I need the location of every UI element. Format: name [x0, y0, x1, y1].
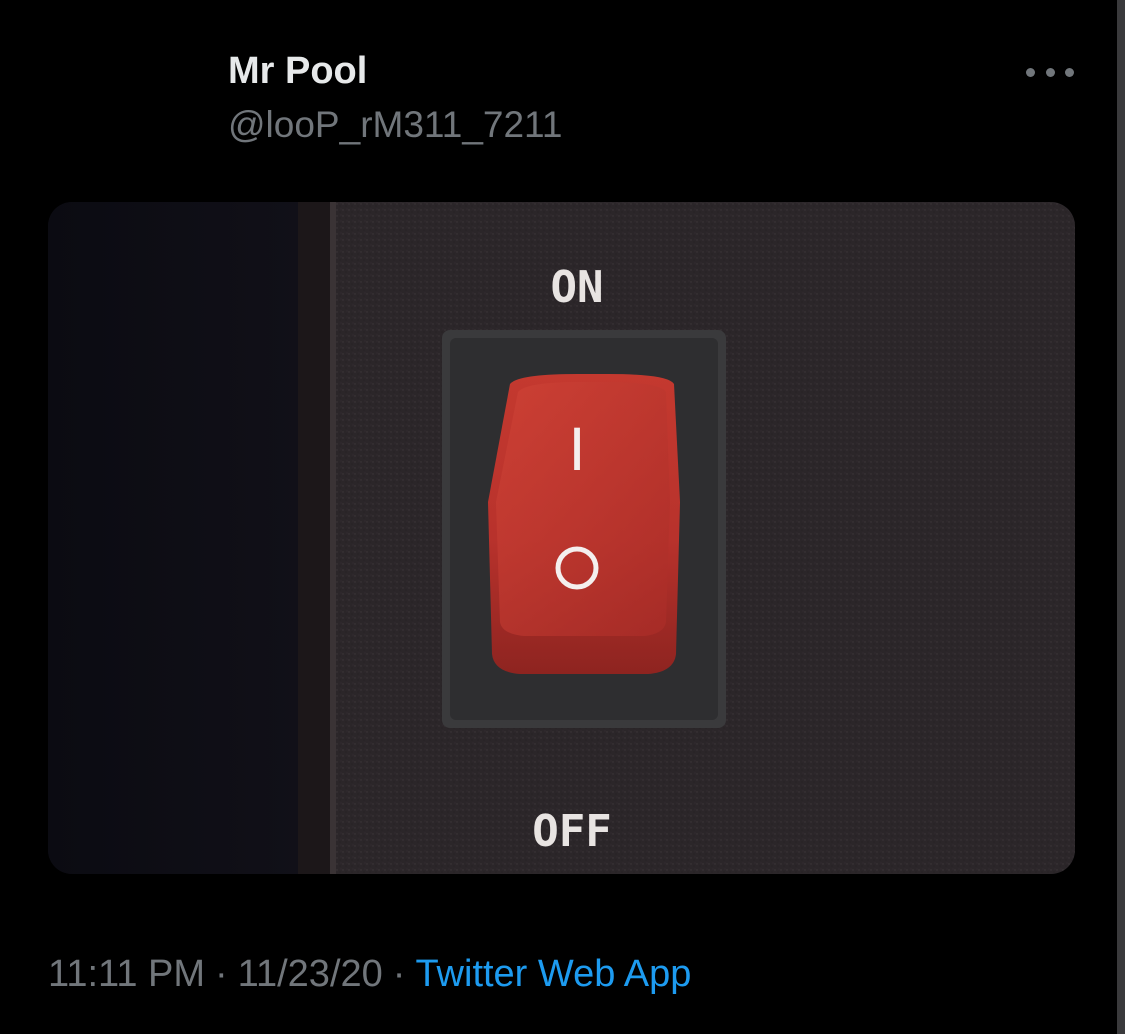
more-horizontal-icon-dot	[1045, 67, 1055, 77]
tweet-time[interactable]: 11:11 PM	[48, 953, 205, 995]
switch-off-label: OFF	[532, 806, 611, 857]
tweet-media-image[interactable]: ON I OFF	[48, 202, 1075, 874]
scrollbar[interactable]	[1117, 0, 1125, 1034]
tweet-detail-view: Mr Pool @looP_rM311_7211 ON I OFF 11:11 …	[0, 0, 1125, 1034]
tweet-source-link[interactable]: Twitter Web App	[415, 953, 691, 995]
author-handle[interactable]: @looP_rM311_7211	[228, 102, 562, 148]
more-horizontal-icon-dot	[1065, 67, 1074, 77]
separator: ·	[215, 953, 228, 995]
tweet-date[interactable]: 11/23/20	[238, 953, 383, 995]
more-horizontal-icon	[1026, 67, 1035, 77]
power-switch-photo: ON I OFF	[48, 202, 1075, 874]
switch-on-label: ON	[551, 262, 604, 313]
tweet-author[interactable]: Mr Pool @looP_rM311_7211	[228, 48, 562, 148]
tweet-metadata: 11:11 PM · 11/23/20 · Twitter Web App	[48, 950, 691, 998]
author-display-name[interactable]: Mr Pool	[228, 48, 562, 94]
rocker-on-symbol: I	[568, 416, 585, 484]
separator: ·	[392, 953, 406, 995]
more-options-button[interactable]	[1026, 60, 1074, 84]
